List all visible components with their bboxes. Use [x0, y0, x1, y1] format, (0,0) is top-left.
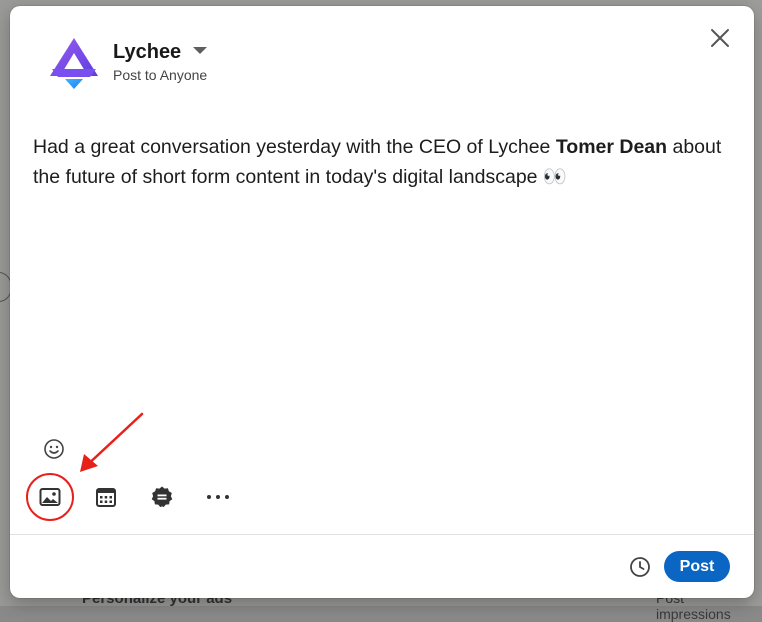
- mention-tag[interactable]: Tomer Dean: [556, 136, 667, 158]
- caret-down-icon: [193, 47, 208, 54]
- annotation-arrow: [80, 412, 144, 472]
- annotation-circle: [26, 473, 74, 521]
- emoji-icon[interactable]: [42, 437, 66, 461]
- celebrate-button[interactable]: [149, 484, 175, 510]
- author-selector[interactable]: Lychee Post to Anyone: [113, 41, 208, 83]
- badge-icon: [151, 486, 173, 508]
- clock-icon[interactable]: [628, 555, 652, 579]
- create-event-button[interactable]: [93, 484, 119, 510]
- post-button[interactable]: Post: [664, 551, 730, 582]
- footer-divider: [10, 534, 754, 535]
- more-icon: [207, 495, 229, 499]
- close-icon[interactable]: [708, 26, 732, 50]
- calendar-icon: [96, 488, 116, 507]
- post-text: Had a great conversation yesterday with …: [33, 136, 556, 158]
- audience-label: Post to Anyone: [113, 67, 208, 83]
- lychee-logo-icon: [50, 38, 98, 89]
- post-text-editor[interactable]: Had a great conversation yesterday with …: [33, 132, 733, 192]
- post-composer-dialog: Lychee Post to Anyone Had a great conver…: [10, 6, 754, 598]
- author-name: Lychee: [113, 41, 182, 63]
- more-options-button[interactable]: [205, 484, 231, 510]
